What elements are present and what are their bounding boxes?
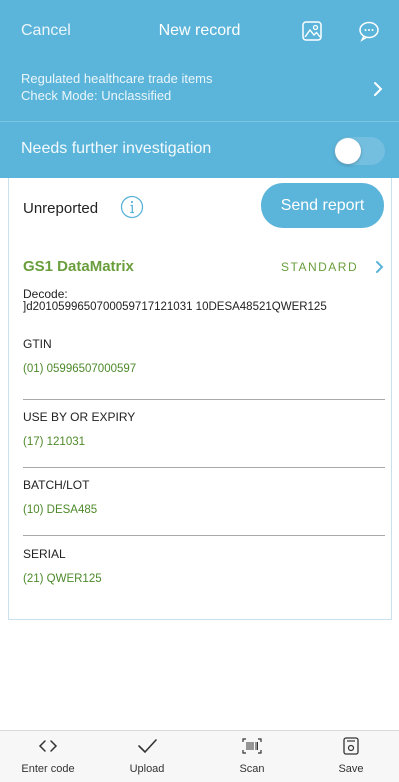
field-expiry: USE BY OR EXPIRY (17) 121031 <box>23 410 385 448</box>
report-status: Unreported <box>23 200 99 217</box>
code-brackets-icon <box>38 740 58 752</box>
save-icon <box>343 737 359 755</box>
investigation-label: Needs further investigation <box>21 140 212 157</box>
top-bar: Cancel New record <box>0 0 399 66</box>
check-mode-row[interactable]: Regulated healthcare trade items Check M… <box>0 66 399 116</box>
tab-label: Upload <box>129 763 165 775</box>
tab-enter-code[interactable]: Enter code <box>8 731 88 782</box>
field-value: (01) 05996507000597 <box>23 363 137 375</box>
send-report-button[interactable]: Send report <box>261 183 384 228</box>
field-label: SERIAL <box>23 547 66 561</box>
tab-save[interactable]: Save <box>311 731 391 782</box>
toggle-knob <box>335 138 361 164</box>
field-divider <box>23 399 385 400</box>
info-icon[interactable] <box>120 195 144 219</box>
header: Cancel New record Regulated healthcare t… <box>0 0 399 178</box>
chat-bubble-icon[interactable] <box>358 20 380 42</box>
field-serial: SERIAL (21) QWER125 <box>23 547 385 585</box>
symbology-name: GS1 DataMatrix <box>23 258 134 275</box>
field-divider <box>23 467 385 468</box>
field-value: (17) 121031 <box>23 436 86 448</box>
image-icon[interactable] <box>301 20 323 42</box>
field-value: (10) DESA485 <box>23 504 98 516</box>
status-row: Unreported Send report <box>9 178 391 238</box>
field-label: BATCH/LOT <box>23 478 90 492</box>
page-title: New record <box>158 22 241 39</box>
investigation-toggle[interactable] <box>334 137 385 165</box>
record-card: Unreported Send report GS1 DataMatrix ST… <box>8 178 392 620</box>
bottom-toolbar: Enter code Upload Scan Save <box>0 730 399 782</box>
decode-label: Decode: <box>23 287 68 301</box>
mode-status: Check Mode: Unclassified <box>21 88 172 103</box>
checkmark-icon <box>138 739 157 754</box>
tab-upload[interactable]: Upload <box>107 731 187 782</box>
tab-label: Save <box>338 763 364 775</box>
mode-category: Regulated healthcare trade items <box>21 71 213 86</box>
field-batch: BATCH/LOT (10) DESA485 <box>23 478 385 516</box>
chevron-right-icon <box>376 261 384 273</box>
field-label: GTIN <box>23 337 52 351</box>
barcode-scan-icon <box>242 738 262 754</box>
decode-value: ]d2010599650700059717121031 10DESA48521Q… <box>23 301 327 313</box>
tab-label: Scan <box>239 763 265 775</box>
chevron-right-icon <box>374 82 383 96</box>
tab-scan[interactable]: Scan <box>212 731 292 782</box>
field-label: USE BY OR EXPIRY <box>23 410 136 424</box>
field-divider <box>23 535 385 536</box>
symbology-standard: STANDARD <box>281 260 359 274</box>
field-value: (21) QWER125 <box>23 573 102 585</box>
field-gtin: GTIN (01) 05996507000597 <box>23 337 385 375</box>
symbology-row[interactable]: GS1 DataMatrix STANDARD <box>9 253 391 277</box>
investigation-row: Needs further investigation <box>0 122 399 178</box>
tab-label: Enter code <box>21 763 75 775</box>
